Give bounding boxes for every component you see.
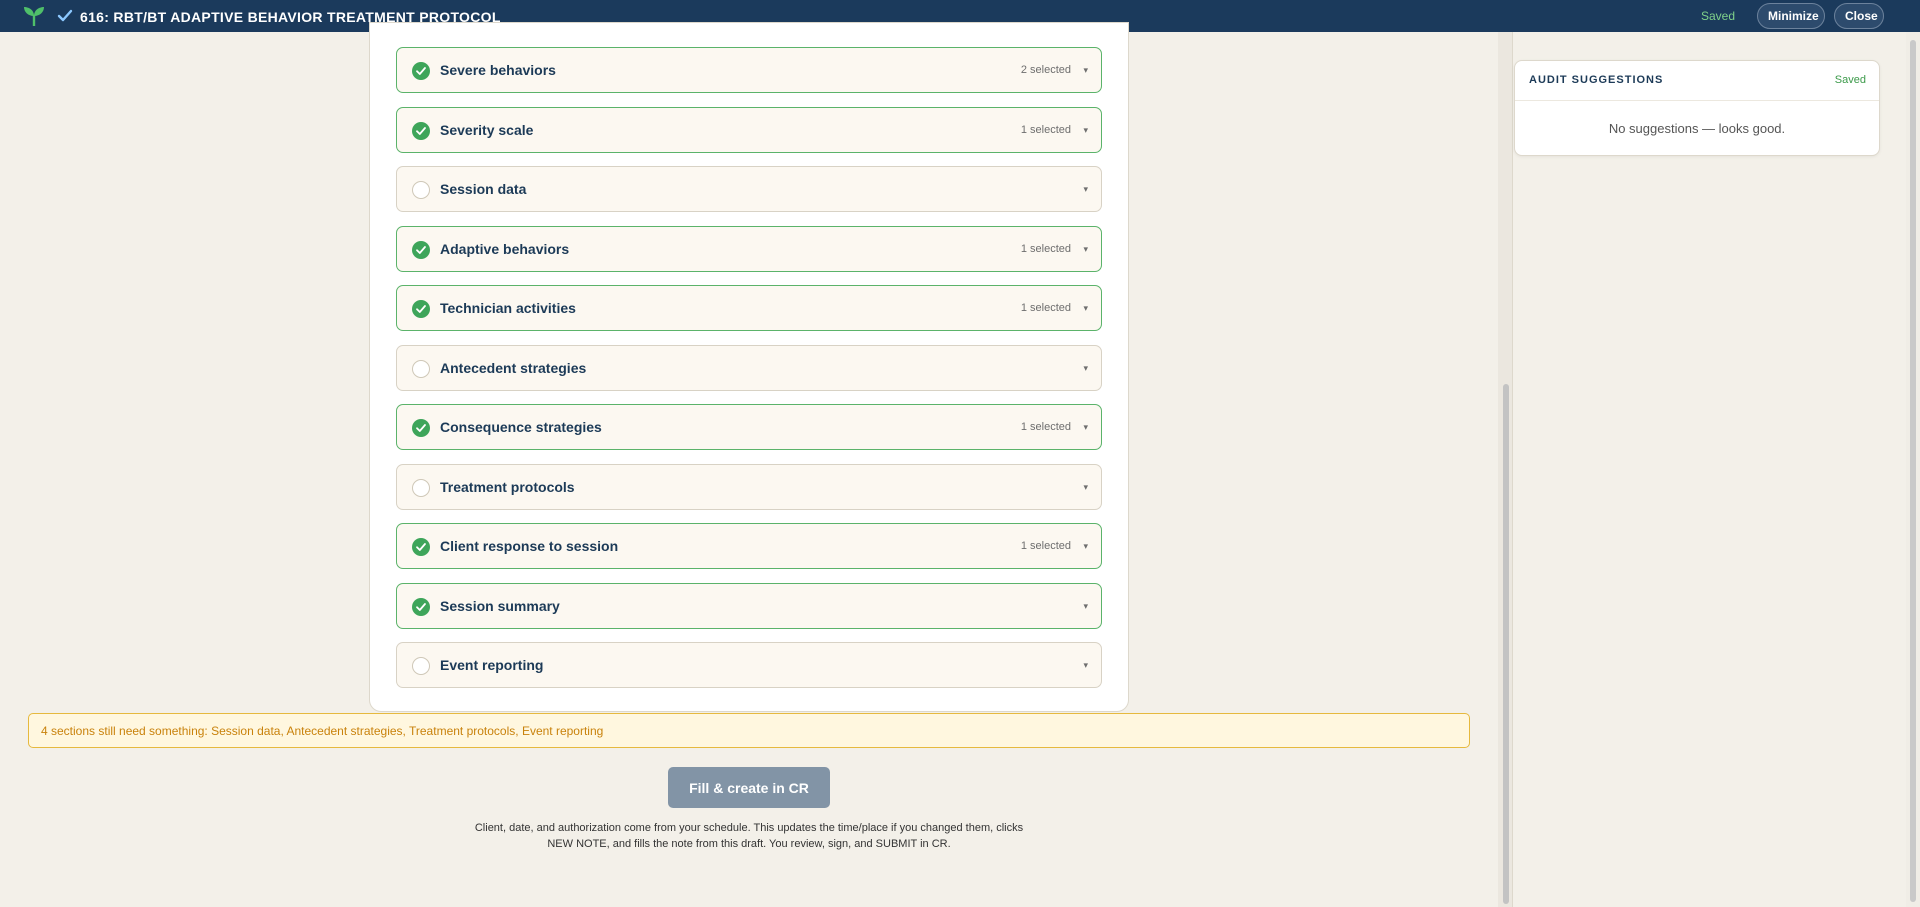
sprout-logo-icon [24,7,44,26]
section-selected-count: 1 selected [1020,243,1071,255]
section-complete-icon [412,241,430,259]
section-selected-count: 2 selected [1020,64,1071,76]
section-session-summary[interactable]: Session summary ▾ [396,583,1102,629]
section-severity-scale[interactable]: Severity scale 1 selected ▾ [396,107,1102,153]
section-selected-count: 1 selected [1020,124,1071,136]
chevron-down-icon[interactable]: ▾ [1083,482,1088,493]
section-treatment-protocols[interactable]: Treatment protocols ▾ [396,464,1102,510]
audit-header: AUDIT SUGGESTIONS Saved [1515,61,1879,101]
section-incomplete-icon [412,360,430,378]
main-scrollbar-thumb[interactable] [1503,384,1509,904]
section-complete-icon [412,62,430,80]
chevron-down-icon[interactable]: ▾ [1083,601,1088,612]
section-consequence-strategies[interactable]: Consequence strategies 1 selected ▾ [396,404,1102,450]
chevron-down-icon[interactable]: ▾ [1083,303,1088,314]
help-text: Client, date, and authorization come fro… [470,820,1028,852]
chevron-down-icon[interactable]: ▾ [1083,541,1088,552]
section-selected-count: 1 selected [1020,302,1071,314]
section-client-response-to-session[interactable]: Client response to session 1 selected ▾ [396,523,1102,569]
section-complete-icon [412,419,430,437]
section-label: Technician activities [440,300,576,316]
section-severe-behaviors[interactable]: Severe behaviors 2 selected ▾ [396,47,1102,93]
chevron-down-icon[interactable]: ▾ [1083,244,1088,255]
help-line-1: Client, date, and authorization come fro… [474,822,1024,834]
missing-sections-warning: 4 sections still need something: Session… [28,713,1470,748]
window-scrollbar-thumb[interactable] [1910,40,1916,902]
section-complete-icon [412,122,430,140]
section-label: Event reporting [440,657,544,673]
fill-and-create-button[interactable]: Fill & create in CR [668,767,830,808]
section-session-data[interactable]: Session data ▾ [396,166,1102,212]
chevron-down-icon[interactable]: ▾ [1083,184,1088,195]
chevron-down-icon[interactable]: ▾ [1083,363,1088,374]
audit-title: AUDIT SUGGESTIONS [1529,74,1664,86]
section-label: Session summary [440,598,560,614]
section-event-reporting[interactable]: Event reporting ▾ [396,642,1102,688]
help-line-2: NEW NOTE, and fills the note from this d… [547,838,951,850]
minimize-button[interactable]: Minimize [1757,3,1825,29]
chevron-down-icon[interactable]: ▾ [1083,422,1088,433]
section-label: Consequence strategies [440,419,602,435]
audit-suggestions-panel: AUDIT SUGGESTIONS Saved No suggestions —… [1514,60,1880,156]
section-complete-icon [412,598,430,616]
section-selected-count: 1 selected [1020,540,1071,552]
section-label: Antecedent strategies [440,360,587,376]
section-antecedent-strategies[interactable]: Antecedent strategies ▾ [396,345,1102,391]
audit-empty-message: No suggestions — looks good. [1608,121,1786,136]
audit-saved-status: Saved [1834,74,1866,86]
section-selected-count: 1 selected [1020,421,1071,433]
section-adaptive-behaviors[interactable]: Adaptive behaviors 1 selected ▾ [396,226,1102,272]
section-incomplete-icon [412,181,430,199]
chevron-down-icon[interactable]: ▾ [1083,65,1088,76]
section-complete-icon [412,300,430,318]
section-label: Severe behaviors [440,62,556,78]
section-label: Client response to session [440,538,619,554]
section-complete-icon [412,538,430,556]
section-incomplete-icon [412,657,430,675]
saved-status: Saved [1701,9,1736,23]
section-label: Adaptive behaviors [440,241,570,257]
check-icon [57,9,73,22]
section-label: Session data [440,181,527,197]
section-incomplete-icon [412,479,430,497]
section-technician-activities[interactable]: Technician activities 1 selected ▾ [396,285,1102,331]
chevron-down-icon[interactable]: ▾ [1083,660,1088,671]
close-button[interactable]: Close [1834,3,1884,29]
section-label: Treatment protocols [440,479,575,495]
warning-text: 4 sections still need something: Session… [41,724,604,738]
chevron-down-icon[interactable]: ▾ [1083,125,1088,136]
panel-divider [1512,32,1513,907]
section-label: Severity scale [440,122,534,138]
